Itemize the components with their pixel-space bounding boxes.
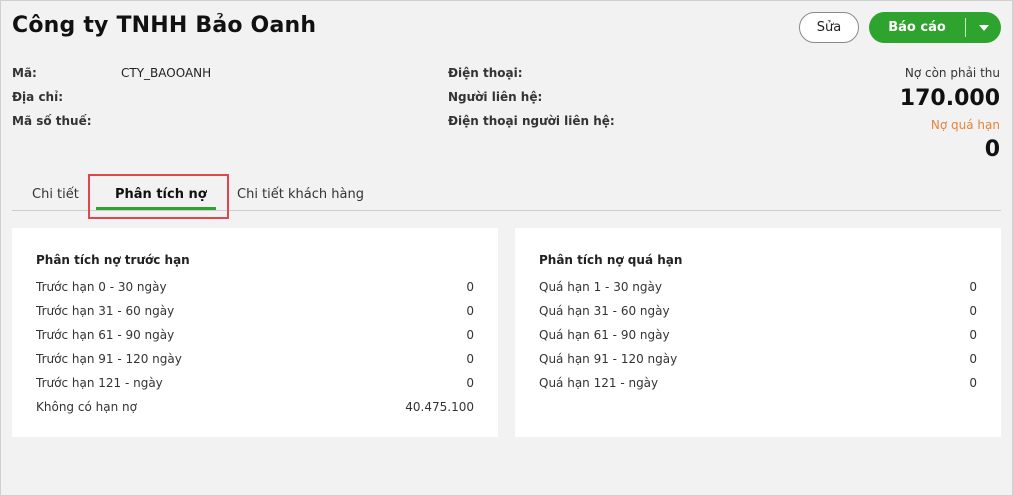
overdue-title: Phân tích nợ quá hạn [539,253,683,267]
tax-code-label: Mã số thuế: [12,114,92,128]
address-label: Địa chỉ: [12,90,64,104]
tab-details[interactable]: Chi tiết [32,179,79,209]
row-label: Trước hạn 91 - 120 ngày [36,352,182,366]
list-item: Quá hạn 91 - 120 ngày 0 [539,352,977,370]
row-value: 40.475.100 [405,400,474,414]
overdue-debt-value: 0 [984,137,1000,162]
row-label: Trước hạn 121 - ngày [36,376,163,390]
list-item: Trước hạn 61 - 90 ngày 0 [36,328,474,346]
code-value: CTY_BAOOANH [121,66,212,80]
row-value: 0 [969,376,977,390]
row-label: Quá hạn 121 - ngày [539,376,659,390]
row-value: 0 [466,352,474,366]
list-item: Quá hạn 31 - 60 ngày 0 [539,304,977,322]
list-item: Trước hạn 31 - 60 ngày 0 [36,304,474,322]
row-label: Trước hạn 31 - 60 ngày [36,304,175,318]
row-label: Trước hạn 61 - 90 ngày [36,328,175,342]
report-button[interactable]: Báo cáo [869,12,1001,43]
row-value: 0 [466,376,474,390]
row-label: Quá hạn 91 - 120 ngày [539,352,678,366]
row-value: 0 [969,328,977,342]
list-item: Không có hạn nợ 40.475.100 [36,400,474,418]
row-label: Không có hạn nợ [36,400,137,414]
contact-person-label: Người liên hệ: [448,90,543,104]
row-value: 0 [466,328,474,342]
tab-customer-details[interactable]: Chi tiết khách hàng [237,179,364,209]
report-button-label[interactable]: Báo cáo [869,12,965,43]
list-item: Trước hạn 121 - ngày 0 [36,376,474,394]
row-label: Quá hạn 1 - 30 ngày [539,280,662,294]
list-item: Quá hạn 121 - ngày 0 [539,376,977,394]
before-due-panel: Phân tích nợ trước hạn Trước hạn 0 - 30 … [12,228,498,437]
report-dropdown-toggle[interactable] [966,12,1001,43]
phone-label: Điện thoại: [448,66,523,80]
contact-phone-label: Điện thoại người liên hệ: [448,114,615,128]
receivable-debt-value: 170.000 [899,86,1000,111]
row-value: 0 [969,280,977,294]
row-value: 0 [466,304,474,318]
row-label: Quá hạn 61 - 90 ngày [539,328,670,342]
row-label: Quá hạn 31 - 60 ngày [539,304,670,318]
list-item: Quá hạn 1 - 30 ngày 0 [539,280,977,298]
list-item: Trước hạn 0 - 30 ngày 0 [36,280,474,298]
page-title: Công ty TNHH Bảo Oanh [12,13,317,38]
receivable-debt-label: Nợ còn phải thu [904,66,1000,80]
row-value: 0 [969,352,977,366]
tab-highlight-box [88,174,229,219]
overdue-debt-label: Nợ quá hạn [930,118,1000,132]
row-label: Trước hạn 0 - 30 ngày [36,280,167,294]
row-value: 0 [466,280,474,294]
before-due-title: Phân tích nợ trước hạn [36,253,190,267]
code-label: Mã: [12,66,37,80]
list-item: Trước hạn 91 - 120 ngày 0 [36,352,474,370]
overdue-panel: Phân tích nợ quá hạn Quá hạn 1 - 30 ngày… [515,228,1001,437]
chevron-down-icon [978,24,989,31]
row-value: 0 [969,304,977,318]
edit-button[interactable]: Sửa [799,12,859,43]
list-item: Quá hạn 61 - 90 ngày 0 [539,328,977,346]
